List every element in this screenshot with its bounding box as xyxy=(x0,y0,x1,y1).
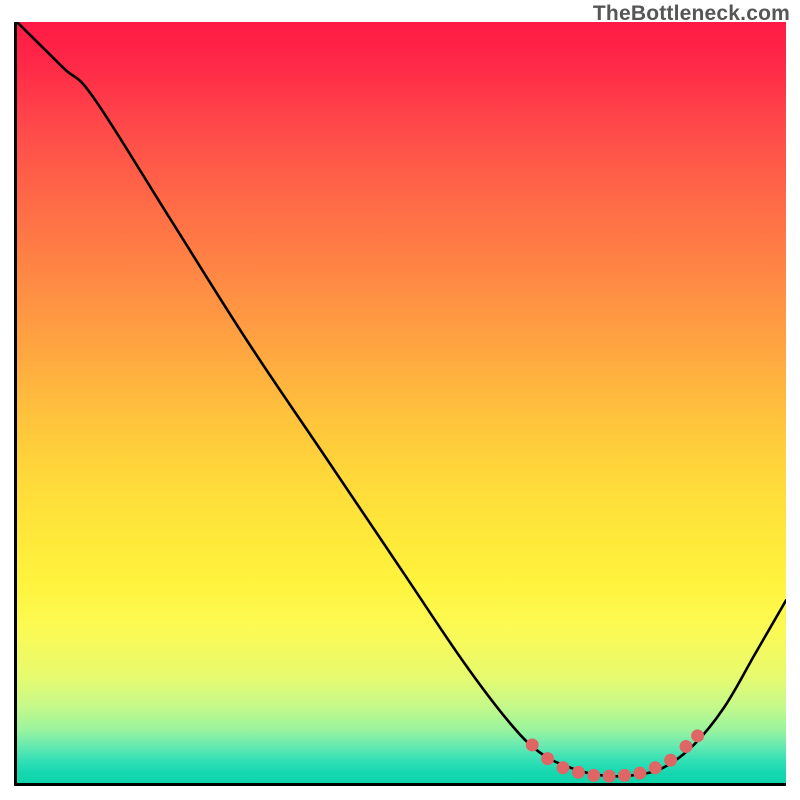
optimal-marker xyxy=(541,752,554,765)
optimal-marker xyxy=(680,740,693,753)
optimal-marker xyxy=(649,761,662,774)
optimal-marker xyxy=(587,769,600,782)
chart-svg xyxy=(17,22,786,783)
optimal-marker xyxy=(557,761,570,774)
chart-container: TheBottleneck.com xyxy=(0,0,800,800)
optimal-marker xyxy=(691,729,704,742)
optimal-marker xyxy=(664,754,677,767)
plot-area xyxy=(14,22,786,786)
bottleneck-curve xyxy=(17,22,786,776)
optimal-marker xyxy=(618,769,631,782)
optimal-marker xyxy=(633,767,646,780)
optimal-marker xyxy=(526,738,539,751)
optimal-marker xyxy=(603,770,616,783)
optimal-marker xyxy=(572,766,585,779)
